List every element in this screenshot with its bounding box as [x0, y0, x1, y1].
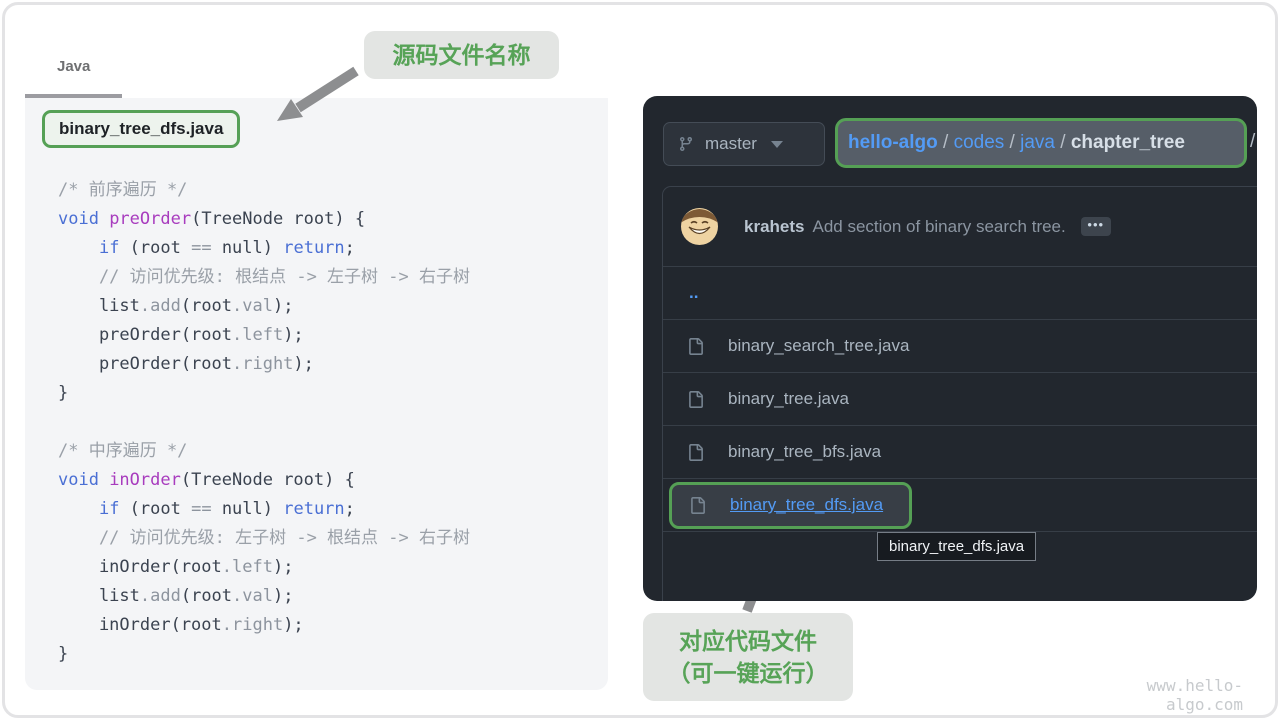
- code-card-header: binary_tree_dfs.java: [25, 98, 608, 160]
- code-line: inOrder(root.left);: [58, 553, 608, 582]
- code-line: /* 中序遍历 */: [58, 437, 608, 466]
- code-line: if (root == null) return;: [58, 234, 608, 263]
- tooltip: binary_tree_dfs.java: [877, 532, 1036, 561]
- code-line: inOrder(root.right);: [58, 611, 608, 640]
- code-line: preOrder(root.right);: [58, 350, 608, 379]
- file-row-highlight: binary_tree_dfs.java: [669, 482, 912, 529]
- watermark: www.hello-algo.com: [1075, 676, 1243, 714]
- commit-author[interactable]: krahets: [744, 217, 804, 237]
- breadcrumb: hello-algo / codes / java / chapter_tree: [848, 132, 1185, 154]
- code-line: [58, 408, 608, 437]
- code-line: list.add(root.val);: [58, 292, 608, 321]
- file-chip: binary_tree_dfs.java: [42, 110, 240, 148]
- commit-avatar[interactable]: [681, 208, 718, 245]
- file-name[interactable]: binary_search_tree.java: [728, 336, 909, 356]
- file-row[interactable]: binary_tree_dfs.java: [663, 478, 1257, 532]
- git-branch-icon: [678, 136, 694, 152]
- code-line: preOrder(root.left);: [58, 321, 608, 350]
- code-block: /* 前序遍历 */void preOrder(TreeNode root) {…: [25, 159, 608, 690]
- branch-selector-button[interactable]: master: [663, 122, 825, 166]
- commit-row: krahets Add section of binary search tre…: [663, 187, 1257, 266]
- file-row[interactable]: binary_tree.java: [663, 372, 1257, 425]
- code-line: // 访问优先级: 左子树 -> 根结点 -> 右子树: [58, 524, 608, 553]
- breadcrumb-highlight: hello-algo / codes / java / chapter_tree: [835, 118, 1247, 168]
- code-line: // 访问优先级: 根结点 -> 左子树 -> 右子树: [58, 263, 608, 292]
- tab-java[interactable]: Java: [57, 58, 90, 75]
- breadcrumb-separator: /: [1004, 132, 1020, 153]
- annotation-text-line1: 对应代码文件: [679, 625, 817, 657]
- code-line: list.add(root.val);: [58, 582, 608, 611]
- annotation-text: 源码文件名称: [393, 39, 531, 71]
- file-row[interactable]: binary_tree_bfs.java: [663, 425, 1257, 478]
- code-line: }: [58, 640, 608, 669]
- breadcrumb-segment: chapter_tree: [1071, 132, 1185, 153]
- breadcrumb-segment[interactable]: hello-algo: [848, 132, 938, 153]
- annotation-code-file: 对应代码文件 （可一键运行）: [643, 613, 853, 701]
- file-icon: [689, 496, 706, 515]
- branch-label: master: [705, 134, 757, 154]
- file-icon: [687, 390, 704, 409]
- annotation-source-file-name: 源码文件名称: [364, 31, 559, 79]
- breadcrumb-separator: /: [1055, 132, 1071, 153]
- file-row[interactable]: binary_search_tree.java: [663, 319, 1257, 372]
- breadcrumb-trailing-slash: /: [1250, 131, 1255, 153]
- code-line: void preOrder(TreeNode root) {: [58, 205, 608, 234]
- code-line: }: [58, 379, 608, 408]
- parent-dir-link[interactable]: ..: [689, 283, 698, 303]
- parent-dir-row[interactable]: ..: [663, 266, 1257, 319]
- annotation-text-line2: （可一键运行）: [668, 657, 829, 689]
- breadcrumb-segment[interactable]: codes: [954, 132, 1005, 153]
- file-name[interactable]: binary_tree_dfs.java: [730, 495, 883, 515]
- file-name[interactable]: binary_tree_bfs.java: [728, 442, 881, 462]
- github-panel: master hello-algo / codes / java / chapt…: [643, 96, 1257, 601]
- code-line: void inOrder(TreeNode root) {: [58, 466, 608, 495]
- code-line: if (root == null) return;: [58, 495, 608, 524]
- chevron-down-icon: [771, 141, 783, 148]
- file-icon: [687, 443, 704, 462]
- file-list: .. binary_search_tree.java binary_tree.jav…: [663, 266, 1257, 532]
- commit-more-button[interactable]: •••: [1081, 217, 1111, 236]
- commit-message[interactable]: Add section of binary search tree.: [812, 217, 1065, 237]
- code-line: /* 前序遍历 */: [58, 176, 608, 205]
- breadcrumb-separator: /: [938, 132, 954, 153]
- code-lines: /* 前序遍历 */void preOrder(TreeNode root) {…: [25, 159, 608, 669]
- breadcrumb-segment[interactable]: java: [1020, 132, 1055, 153]
- file-icon: [687, 337, 704, 356]
- file-name[interactable]: binary_tree.java: [728, 389, 849, 409]
